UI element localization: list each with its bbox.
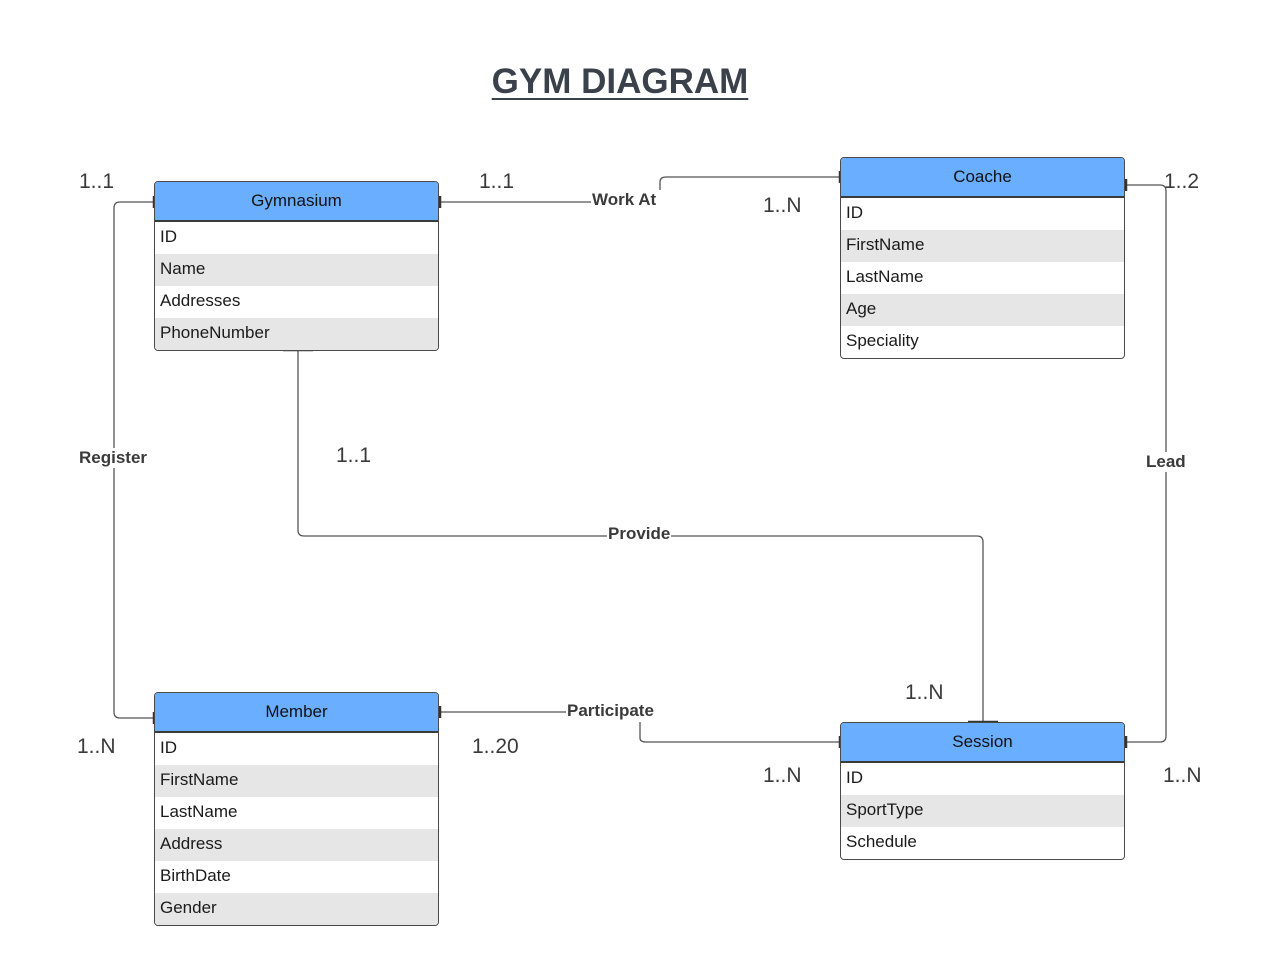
field-row: FirstName (155, 765, 438, 797)
cardinality-gym-provide: 1..1 (336, 444, 372, 467)
field-row: Age (841, 294, 1124, 326)
entity-header: Session (841, 723, 1124, 763)
cardinality-member-register: 1..N (77, 735, 116, 758)
entity-header: Gymnasium (155, 182, 438, 222)
field-row: SportType (841, 795, 1124, 827)
entity-gymnasium[interactable]: Gymnasium ID Name Addresses PhoneNumber (154, 181, 439, 351)
entity-member[interactable]: Member ID FirstName LastName Address Bir… (154, 692, 439, 926)
field-row: PhoneNumber (155, 318, 438, 350)
entity-session[interactable]: Session ID SportType Schedule (840, 722, 1125, 860)
field-row: Gender (155, 893, 438, 925)
field-row: LastName (846, 267, 924, 286)
relationship-lead: Lead (1145, 452, 1187, 472)
field-row: FirstName (841, 230, 1124, 262)
entity-header: Member (155, 693, 438, 733)
field-row: ID (846, 203, 863, 222)
field-row: Name (155, 254, 438, 286)
relationship-participate: Participate (566, 701, 655, 721)
entity-coache[interactable]: Coache ID FirstName LastName Age Special… (840, 157, 1125, 359)
relationship-provide: Provide (607, 524, 672, 544)
field-row: ID (160, 227, 177, 246)
cardinality-gym-register: 1..1 (79, 170, 115, 193)
cardinality-member-participate: 1..20 (472, 735, 519, 758)
entity-header: Coache (841, 158, 1124, 198)
field-row: Speciality (846, 331, 919, 350)
field-row: LastName (160, 802, 238, 821)
cardinality-coache-lead: 1..2 (1164, 170, 1200, 193)
relationship-register: Register (78, 448, 149, 468)
field-row: BirthDate (160, 866, 231, 885)
field-row: Schedule (846, 832, 917, 851)
field-row: ID (160, 738, 177, 757)
field-row: Address (155, 829, 438, 861)
relationship-work-at: Work At (591, 190, 658, 210)
cardinality-coache-workat: 1..N (763, 194, 802, 217)
cardinality-session-participate: 1..N (763, 764, 802, 787)
field-row: ID (846, 768, 863, 787)
cardinality-session-lead: 1..N (1163, 764, 1202, 787)
field-row: Addresses (160, 291, 241, 310)
cardinality-gym-workat: 1..1 (479, 170, 515, 193)
cardinality-session-provide: 1..N (905, 681, 944, 704)
